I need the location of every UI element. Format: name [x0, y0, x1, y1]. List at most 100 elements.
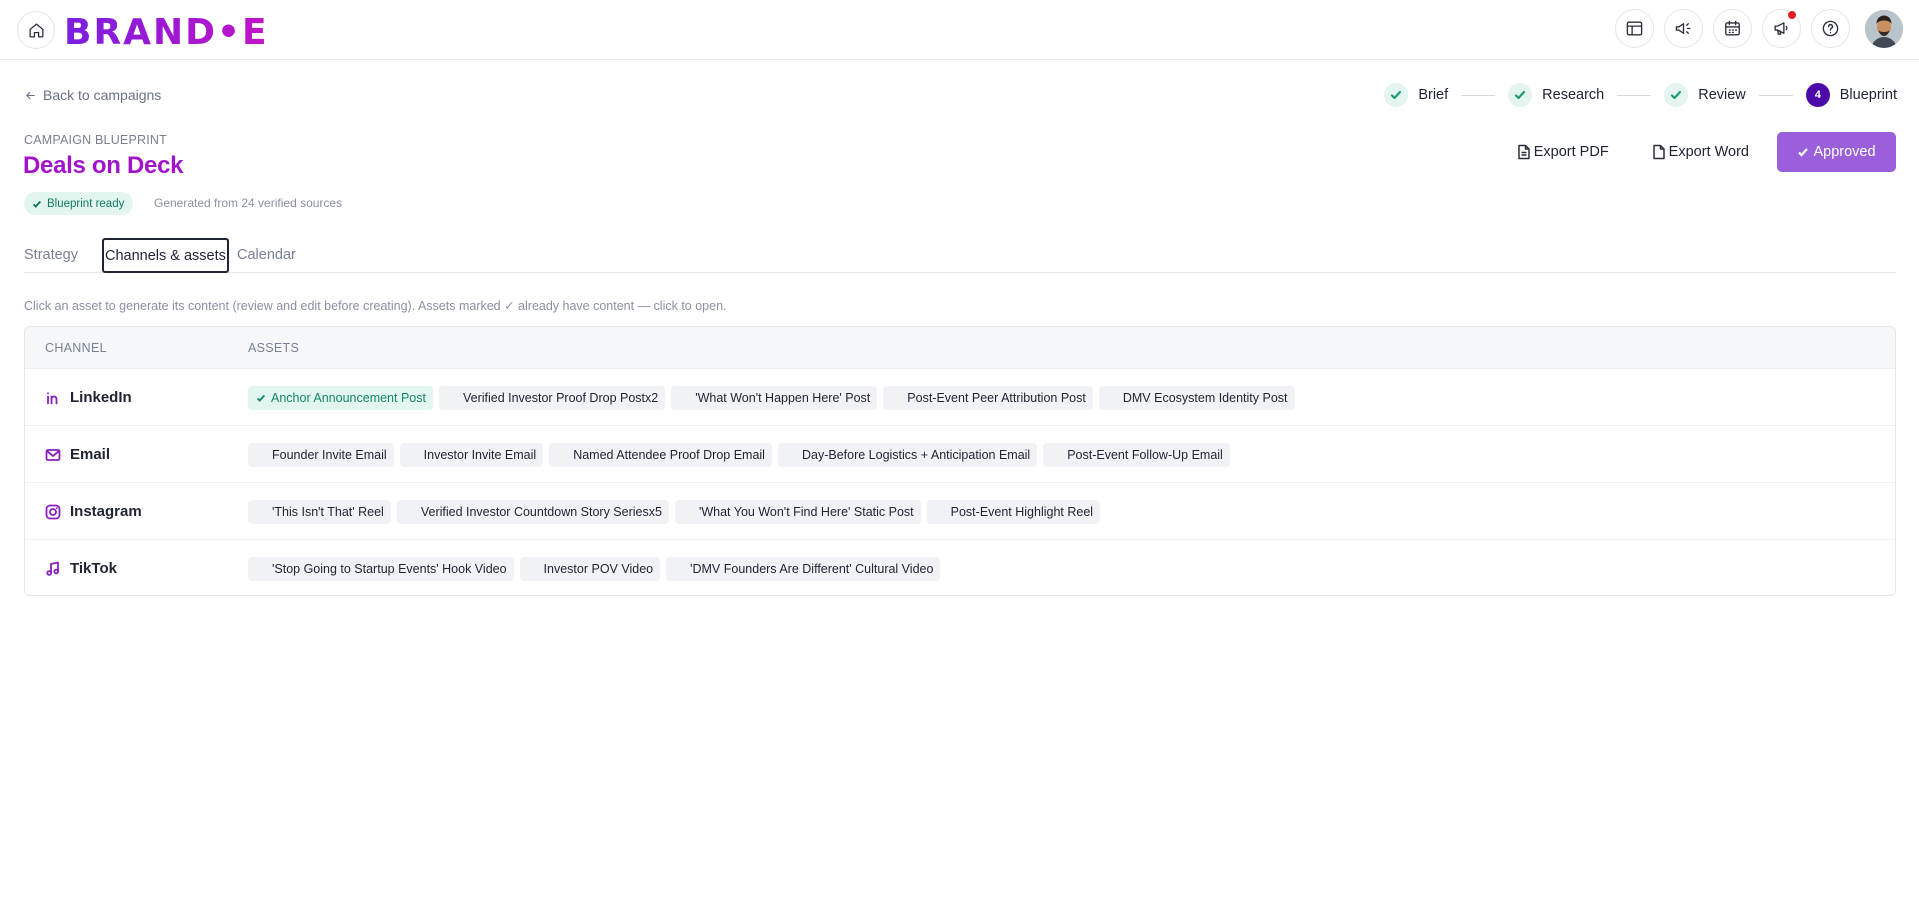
- home-icon: [28, 22, 44, 38]
- asset-chip[interactable]: 'This Isn't That' Reel: [248, 499, 391, 524]
- table-row: LinkedIn Anchor Announcement Post Verifi…: [25, 369, 1895, 426]
- announcement-icon: [1774, 22, 1788, 35]
- asset-label: Anchor Announcement Post: [271, 390, 426, 405]
- status-badge: Blueprint ready: [24, 192, 134, 215]
- channel-cell: LinkedIn: [45, 369, 132, 426]
- announcements-button[interactable]: [1762, 9, 1801, 48]
- step-label: Review: [1698, 87, 1746, 103]
- instagram-icon: [45, 504, 61, 519]
- check-icon: [256, 394, 266, 402]
- tab-calendar[interactable]: Calendar: [237, 238, 296, 272]
- asset-chip[interactable]: Verified Investor Proof Drop Postx2: [438, 385, 666, 410]
- tab-channels-assets[interactable]: Channels & assets: [102, 238, 229, 273]
- calendar-icon: [1725, 20, 1740, 36]
- step-research[interactable]: Research: [1508, 83, 1604, 107]
- linkedin-icon: [47, 391, 58, 404]
- mail-icon: [45, 448, 61, 461]
- step-blueprint[interactable]: 4 Blueprint: [1805, 83, 1897, 107]
- step-connector: [1617, 94, 1652, 96]
- header-actions: Export PDF Export Word Approved: [1501, 132, 1896, 172]
- step-done-indicator: [1508, 83, 1533, 107]
- campaigns-button[interactable]: [1664, 9, 1703, 48]
- approved-label: Approved: [1813, 144, 1876, 160]
- notification-dot: [1787, 10, 1797, 20]
- step-number: 4: [1805, 83, 1830, 107]
- table-header: CHANNEL ASSETS: [25, 327, 1895, 369]
- step-done-indicator: [1664, 83, 1689, 107]
- step-done-indicator: [1384, 83, 1409, 107]
- calendar-button[interactable]: [1713, 9, 1752, 48]
- table-row: Email Founder Invite Email Investor Invi…: [25, 426, 1895, 483]
- step-label: Brief: [1418, 87, 1449, 103]
- asset-chip[interactable]: Founder Invite Email: [248, 442, 394, 467]
- export-pdf-button[interactable]: Export PDF: [1501, 132, 1624, 172]
- asset-chip[interactable]: Verified Investor Countdown Story Series…: [396, 499, 669, 524]
- asset-chip[interactable]: 'What Won't Happen Here' Post: [671, 385, 878, 410]
- step-label: Blueprint: [1839, 87, 1897, 103]
- instructions-text: Click an asset to generate its content (…: [24, 299, 727, 313]
- page-eyebrow: CAMPAIGN BLUEPRINT: [24, 133, 167, 147]
- table-row: TikTok 'Stop Going to Startup Events' Ho…: [25, 540, 1895, 595]
- tab-strategy[interactable]: Strategy: [24, 238, 78, 272]
- arrow-left-icon: [26, 91, 35, 99]
- channels-assets-table: CHANNEL ASSETS LinkedIn Anchor Announcem…: [24, 326, 1896, 596]
- approved-button[interactable]: Approved: [1777, 132, 1896, 172]
- step-connector: [1758, 94, 1793, 96]
- column-header-assets: ASSETS: [248, 341, 300, 355]
- asset-list: 'Stop Going to Startup Events' Hook Vide…: [248, 540, 941, 595]
- check-icon: [1671, 90, 1682, 100]
- channel-cell: Email: [45, 426, 110, 483]
- asset-chip[interactable]: Named Attendee Proof Drop Email: [549, 442, 772, 467]
- asset-chip[interactable]: Post-Event Peer Attribution Post: [883, 385, 1093, 410]
- channel-label: Instagram: [70, 503, 142, 520]
- asset-chip[interactable]: Investor Invite Email: [399, 442, 544, 467]
- layout-icon: [1626, 21, 1643, 36]
- music-note-icon: [46, 561, 60, 576]
- asset-chip[interactable]: 'DMV Founders Are Different' Cultural Vi…: [666, 556, 941, 581]
- export-word-button[interactable]: Export Word: [1636, 132, 1764, 172]
- channel-cell: Instagram: [45, 483, 142, 540]
- check-icon: [1798, 148, 1809, 157]
- help-button[interactable]: [1811, 9, 1850, 48]
- layout-button[interactable]: [1615, 9, 1654, 48]
- step-connector: [1461, 94, 1496, 96]
- channel-cell: TikTok: [45, 540, 117, 595]
- check-icon: [1515, 90, 1526, 100]
- home-button[interactable]: [17, 11, 55, 49]
- check-icon: [32, 200, 42, 208]
- status-badge-label: Blueprint ready: [47, 197, 125, 210]
- asset-chip[interactable]: 'What You Won't Find Here' Static Post: [674, 499, 921, 524]
- back-link-label: Back to campaigns: [43, 87, 162, 103]
- brand-logo[interactable]: BRAND•E: [62, 6, 302, 50]
- tab-bar: Strategy Channels & assets Calendar: [24, 238, 1896, 273]
- back-to-campaigns-link[interactable]: Back to campaigns: [24, 87, 161, 103]
- logo-text: BRAND•E: [64, 12, 269, 50]
- step-brief[interactable]: Brief: [1384, 83, 1448, 107]
- file-text-icon: [1517, 144, 1530, 160]
- asset-chip[interactable]: DMV Ecosystem Identity Post: [1098, 385, 1295, 410]
- top-icon-group: [1615, 9, 1850, 48]
- step-review[interactable]: Review: [1664, 83, 1746, 107]
- asset-list: Founder Invite Email Investor Invite Ema…: [248, 426, 1230, 483]
- check-icon: [1391, 90, 1402, 100]
- generated-sources-text: Generated from 24 verified sources: [154, 196, 343, 210]
- channel-label: TikTok: [70, 560, 117, 577]
- asset-chip[interactable]: Anchor Announcement Post: [248, 385, 433, 410]
- top-bar: BRAND•E: [0, 0, 1919, 60]
- export-word-label: Export Word: [1668, 144, 1749, 160]
- step-label: Research: [1542, 87, 1605, 103]
- asset-chip[interactable]: Post-Event Highlight Reel: [926, 499, 1101, 524]
- user-avatar[interactable]: [1865, 10, 1903, 48]
- file-icon: [1652, 144, 1665, 160]
- asset-chip[interactable]: Investor POV Video: [519, 556, 661, 581]
- export-pdf-label: Export PDF: [1533, 144, 1609, 160]
- asset-chip[interactable]: 'Stop Going to Startup Events' Hook Vide…: [248, 556, 514, 581]
- channel-label: LinkedIn: [70, 389, 132, 406]
- asset-chip[interactable]: Post-Event Follow-Up Email: [1043, 442, 1230, 467]
- asset-chip[interactable]: Day-Before Logistics + Anticipation Emai…: [777, 442, 1038, 467]
- asset-list: 'This Isn't That' Reel Verified Investor…: [248, 483, 1101, 540]
- megaphone-sparkle-icon: [1675, 23, 1691, 34]
- column-header-channel: CHANNEL: [45, 341, 107, 355]
- progress-stepper: Brief Research Review 4 Blueprint: [1384, 83, 1897, 107]
- page-title: Deals on Deck: [23, 152, 184, 179]
